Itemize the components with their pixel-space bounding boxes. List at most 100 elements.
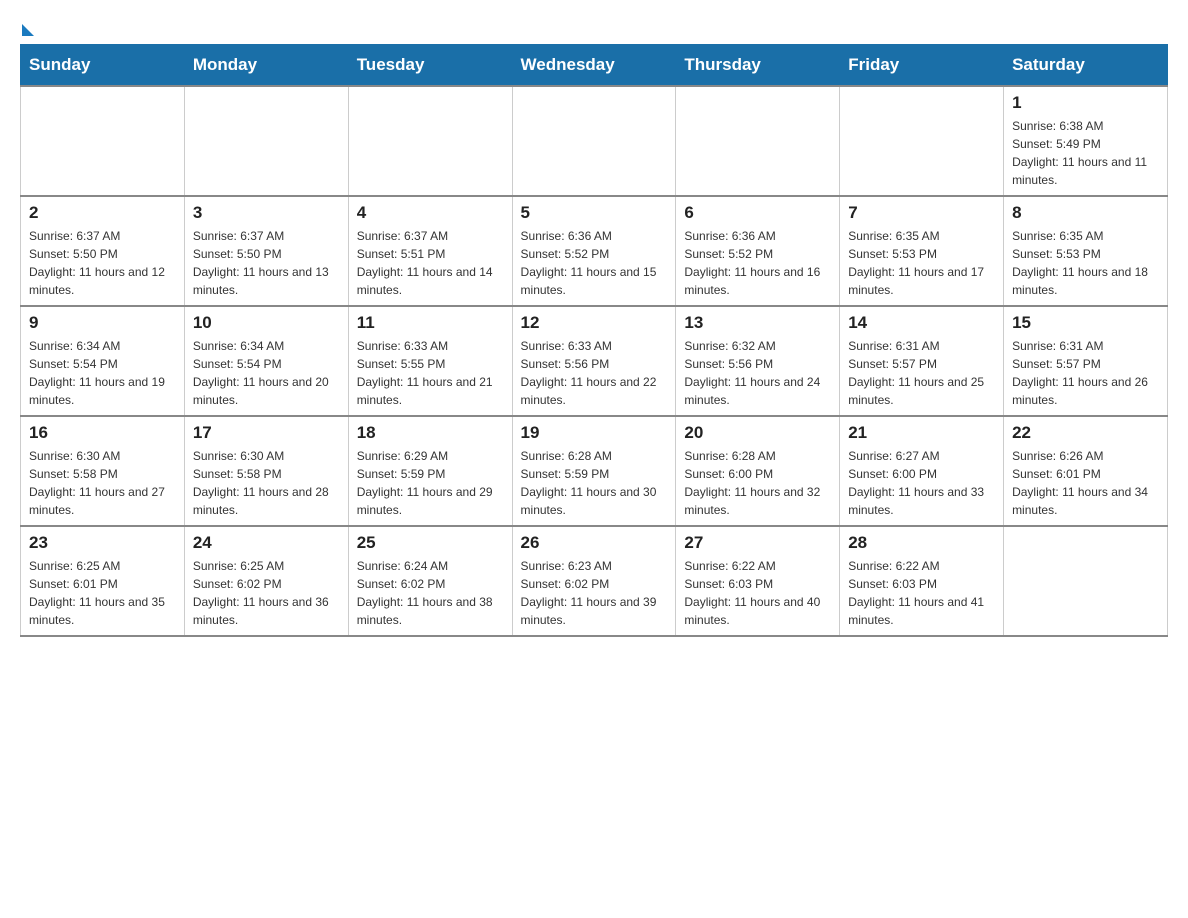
day-info: Sunrise: 6:23 AM Sunset: 6:02 PM Dayligh… — [521, 557, 668, 629]
day-number: 8 — [1012, 203, 1159, 223]
day-number: 6 — [684, 203, 831, 223]
day-info: Sunrise: 6:22 AM Sunset: 6:03 PM Dayligh… — [684, 557, 831, 629]
calendar-cell: 3 Sunrise: 6:37 AM Sunset: 5:50 PM Daylig… — [184, 196, 348, 306]
day-info: Sunrise: 6:29 AM Sunset: 5:59 PM Dayligh… — [357, 447, 504, 519]
calendar-cell: 7 Sunrise: 6:35 AM Sunset: 5:53 PM Daylig… — [840, 196, 1004, 306]
calendar-cell: 12 Sunrise: 6:33 AM Sunset: 5:56 PM Dayli… — [512, 306, 676, 416]
day-number: 22 — [1012, 423, 1159, 443]
calendar-cell: 1 Sunrise: 6:38 AM Sunset: 5:49 PM Daylig… — [1004, 86, 1168, 196]
day-number: 21 — [848, 423, 995, 443]
calendar-cell: 21 Sunrise: 6:27 AM Sunset: 6:00 PM Dayli… — [840, 416, 1004, 526]
calendar-cell: 18 Sunrise: 6:29 AM Sunset: 5:59 PM Dayli… — [348, 416, 512, 526]
calendar-cell: 26Sunrise: 6:23 AM Sunset: 6:02 PM Dayli… — [512, 526, 676, 636]
day-info: Sunrise: 6:38 AM Sunset: 5:49 PM Dayligh… — [1012, 117, 1159, 189]
day-info: Sunrise: 6:36 AM Sunset: 5:52 PM Dayligh… — [684, 227, 831, 299]
day-number: 18 — [357, 423, 504, 443]
day-info: Sunrise: 6:25 AM Sunset: 6:01 PM Dayligh… — [29, 557, 176, 629]
day-info: Sunrise: 6:30 AM Sunset: 5:58 PM Dayligh… — [29, 447, 176, 519]
day-number: 13 — [684, 313, 831, 333]
calendar-cell: 14 Sunrise: 6:31 AM Sunset: 5:57 PM Dayli… — [840, 306, 1004, 416]
calendar-cell: 11 Sunrise: 6:33 AM Sunset: 5:55 PM Dayli… — [348, 306, 512, 416]
calendar-week-4: 16 Sunrise: 6:30 AM Sunset: 5:58 PM Dayli… — [21, 416, 1168, 526]
logo — [20, 20, 34, 34]
day-info: Sunrise: 6:37 AM Sunset: 5:50 PM Dayligh… — [193, 227, 340, 299]
day-number: 11 — [357, 313, 504, 333]
day-number: 2 — [29, 203, 176, 223]
calendar-cell: 15 Sunrise: 6:31 AM Sunset: 5:57 PM Dayli… — [1004, 306, 1168, 416]
day-info: Sunrise: 6:28 AM Sunset: 6:00 PM Dayligh… — [684, 447, 831, 519]
day-number: 14 — [848, 313, 995, 333]
day-info: Sunrise: 6:37 AM Sunset: 5:51 PM Dayligh… — [357, 227, 504, 299]
day-info: Sunrise: 6:28 AM Sunset: 5:59 PM Dayligh… — [521, 447, 668, 519]
day-number: 5 — [521, 203, 668, 223]
weekday-header-sunday: Sunday — [21, 45, 185, 87]
day-info: Sunrise: 6:37 AM Sunset: 5:50 PM Dayligh… — [29, 227, 176, 299]
calendar-cell: 4 Sunrise: 6:37 AM Sunset: 5:51 PM Daylig… — [348, 196, 512, 306]
calendar-cell: 19 Sunrise: 6:28 AM Sunset: 5:59 PM Dayli… — [512, 416, 676, 526]
calendar-week-5: 23 Sunrise: 6:25 AM Sunset: 6:01 PM Dayli… — [21, 526, 1168, 636]
calendar-cell — [512, 86, 676, 196]
day-number: 25 — [357, 533, 504, 553]
day-number: 12 — [521, 313, 668, 333]
day-number: 23 — [29, 533, 176, 553]
calendar-cell: 10 Sunrise: 6:34 AM Sunset: 5:54 PM Dayli… — [184, 306, 348, 416]
day-number: 20 — [684, 423, 831, 443]
day-info: Sunrise: 6:35 AM Sunset: 5:53 PM Dayligh… — [848, 227, 995, 299]
weekday-header-friday: Friday — [840, 45, 1004, 87]
calendar-cell: 20 Sunrise: 6:28 AM Sunset: 6:00 PM Dayli… — [676, 416, 840, 526]
day-info: Sunrise: 6:33 AM Sunset: 5:55 PM Dayligh… — [357, 337, 504, 409]
day-number: 19 — [521, 423, 668, 443]
day-number: 9 — [29, 313, 176, 333]
calendar-table: SundayMondayTuesdayWednesdayThursdayFrid… — [20, 44, 1168, 637]
day-number: 28 — [848, 533, 995, 553]
calendar-cell — [348, 86, 512, 196]
weekday-header-saturday: Saturday — [1004, 45, 1168, 87]
calendar-cell: 5 Sunrise: 6:36 AM Sunset: 5:52 PM Daylig… — [512, 196, 676, 306]
calendar-cell: 8 Sunrise: 6:35 AM Sunset: 5:53 PM Daylig… — [1004, 196, 1168, 306]
day-info: Sunrise: 6:31 AM Sunset: 5:57 PM Dayligh… — [848, 337, 995, 409]
day-number: 16 — [29, 423, 176, 443]
day-info: Sunrise: 6:32 AM Sunset: 5:56 PM Dayligh… — [684, 337, 831, 409]
day-info: Sunrise: 6:31 AM Sunset: 5:57 PM Dayligh… — [1012, 337, 1159, 409]
day-info: Sunrise: 6:24 AM Sunset: 6:02 PM Dayligh… — [357, 557, 504, 629]
page-header — [20, 20, 1168, 34]
calendar-cell: 17Sunrise: 6:30 AM Sunset: 5:58 PM Dayli… — [184, 416, 348, 526]
day-info: Sunrise: 6:34 AM Sunset: 5:54 PM Dayligh… — [29, 337, 176, 409]
calendar-cell: 27 Sunrise: 6:22 AM Sunset: 6:03 PM Dayli… — [676, 526, 840, 636]
day-number: 3 — [193, 203, 340, 223]
day-info: Sunrise: 6:36 AM Sunset: 5:52 PM Dayligh… — [521, 227, 668, 299]
calendar-cell — [184, 86, 348, 196]
calendar-cell: 13 Sunrise: 6:32 AM Sunset: 5:56 PM Dayli… — [676, 306, 840, 416]
day-number: 27 — [684, 533, 831, 553]
calendar-cell — [21, 86, 185, 196]
day-info: Sunrise: 6:30 AM Sunset: 5:58 PM Dayligh… — [193, 447, 340, 519]
calendar-cell: 24 Sunrise: 6:25 AM Sunset: 6:02 PM Dayli… — [184, 526, 348, 636]
calendar-cell: 23 Sunrise: 6:25 AM Sunset: 6:01 PM Dayli… — [21, 526, 185, 636]
day-number: 10 — [193, 313, 340, 333]
day-info: Sunrise: 6:26 AM Sunset: 6:01 PM Dayligh… — [1012, 447, 1159, 519]
weekday-header-thursday: Thursday — [676, 45, 840, 87]
calendar-cell — [676, 86, 840, 196]
day-number: 24 — [193, 533, 340, 553]
calendar-cell — [1004, 526, 1168, 636]
calendar-cell: 25 Sunrise: 6:24 AM Sunset: 6:02 PM Dayli… — [348, 526, 512, 636]
calendar-cell: 9 Sunrise: 6:34 AM Sunset: 5:54 PM Daylig… — [21, 306, 185, 416]
weekday-header-tuesday: Tuesday — [348, 45, 512, 87]
calendar-week-1: 1 Sunrise: 6:38 AM Sunset: 5:49 PM Daylig… — [21, 86, 1168, 196]
day-number: 7 — [848, 203, 995, 223]
day-info: Sunrise: 6:25 AM Sunset: 6:02 PM Dayligh… — [193, 557, 340, 629]
day-number: 1 — [1012, 93, 1159, 113]
calendar-week-3: 9 Sunrise: 6:34 AM Sunset: 5:54 PM Daylig… — [21, 306, 1168, 416]
day-number: 4 — [357, 203, 504, 223]
day-info: Sunrise: 6:22 AM Sunset: 6:03 PM Dayligh… — [848, 557, 995, 629]
day-number: 15 — [1012, 313, 1159, 333]
calendar-cell: 16 Sunrise: 6:30 AM Sunset: 5:58 PM Dayli… — [21, 416, 185, 526]
logo-arrow-icon — [22, 24, 34, 36]
day-info: Sunrise: 6:33 AM Sunset: 5:56 PM Dayligh… — [521, 337, 668, 409]
day-info: Sunrise: 6:34 AM Sunset: 5:54 PM Dayligh… — [193, 337, 340, 409]
weekday-header-monday: Monday — [184, 45, 348, 87]
day-info: Sunrise: 6:35 AM Sunset: 5:53 PM Dayligh… — [1012, 227, 1159, 299]
weekday-header-wednesday: Wednesday — [512, 45, 676, 87]
day-info: Sunrise: 6:27 AM Sunset: 6:00 PM Dayligh… — [848, 447, 995, 519]
calendar-week-2: 2 Sunrise: 6:37 AM Sunset: 5:50 PM Daylig… — [21, 196, 1168, 306]
